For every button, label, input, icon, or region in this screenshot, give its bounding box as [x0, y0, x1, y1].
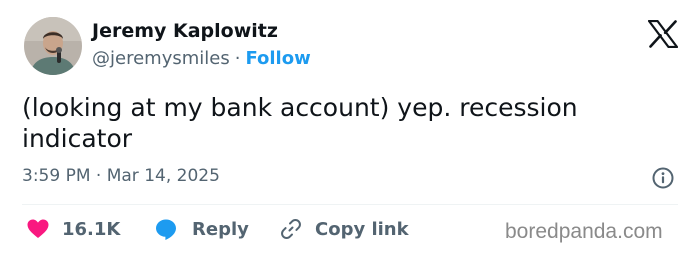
author-handle[interactable]: @jeremysmiles	[92, 48, 230, 69]
x-logo-icon[interactable]	[647, 19, 679, 49]
tweet-text: (looking at my bank account) yep. recess…	[22, 93, 578, 153]
reply-label: Reply	[192, 218, 249, 240]
tweet-timestamp[interactable]: 3:59 PM · Mar 14, 2025	[22, 166, 220, 186]
reply-button[interactable]: Reply	[154, 216, 249, 242]
divider	[22, 204, 678, 205]
watermark: boredpanda.com	[505, 220, 663, 243]
like-button[interactable]: 16.1K	[26, 216, 120, 242]
author-name[interactable]: Jeremy Kaplowitz	[92, 20, 278, 42]
avatar[interactable]	[24, 17, 82, 75]
info-icon[interactable]	[651, 166, 675, 190]
link-icon	[279, 217, 303, 241]
reply-bubble-icon	[154, 217, 178, 241]
author-handle-line: @jeremysmiles · Follow	[92, 48, 311, 69]
copy-link-label: Copy link	[315, 218, 409, 240]
heart-icon	[26, 217, 50, 241]
follow-button[interactable]: Follow	[245, 48, 310, 69]
copy-link-button[interactable]: Copy link	[279, 216, 409, 242]
like-count: 16.1K	[62, 218, 121, 240]
avatar-image	[24, 17, 82, 75]
handle-separator: ·	[234, 48, 241, 69]
